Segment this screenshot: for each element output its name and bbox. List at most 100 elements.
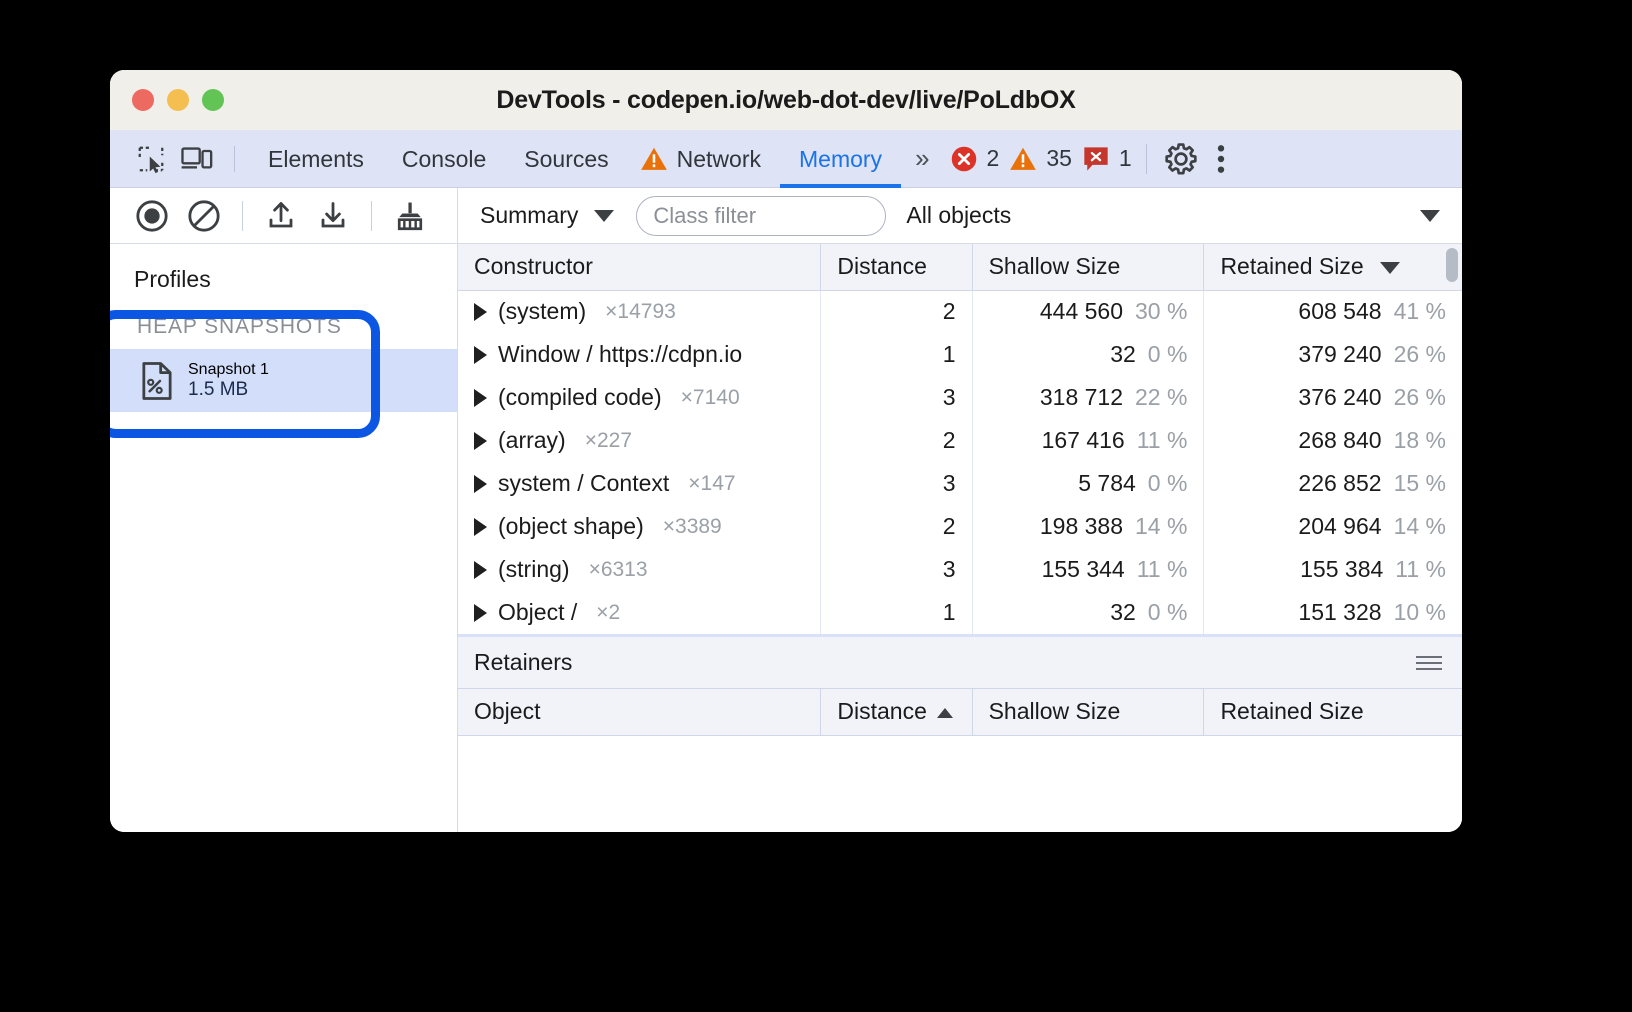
no-entry-icon[interactable] (178, 194, 230, 238)
error-counter[interactable]: 2 (950, 145, 1000, 173)
expand-triangle-icon[interactable] (474, 518, 487, 536)
cell-constructor: (array)×227 (458, 419, 821, 462)
table-row[interactable]: (compiled code)×71403318 71222 %376 2402… (458, 376, 1462, 419)
retained-size-value: 268 840 (1298, 427, 1381, 453)
cell-distance: 1 (821, 591, 972, 634)
summary-datagrid-wrapper: Constructor Distance Shallow Size Retain… (458, 244, 1462, 637)
expand-triangle-icon[interactable] (474, 389, 487, 407)
kebab-menu-icon[interactable] (1201, 139, 1241, 179)
column-header-retainer-distance[interactable]: Distance (821, 689, 972, 735)
cell-distance: 2 (821, 419, 972, 462)
column-header-object[interactable]: Object (458, 689, 821, 735)
retainers-panel: Retainers Object Distance (458, 637, 1462, 832)
instance-count: ×2 (596, 601, 620, 625)
cell-distance: 2 (821, 505, 972, 548)
table-row[interactable]: (array)×227 2 167 416 11 % 268 840 18 % (458, 419, 1462, 462)
inspect-element-icon[interactable] (128, 139, 174, 179)
constructor-name: Object / (498, 599, 577, 626)
class-filter-input[interactable] (636, 196, 886, 236)
column-header-constructor[interactable]: Constructor (458, 244, 821, 290)
tab-elements[interactable]: Elements (249, 130, 383, 188)
datagrid-scrollbar-thumb[interactable] (1446, 248, 1458, 282)
table-row[interactable]: system / Context×14735 7840 %226 85215 % (458, 462, 1462, 505)
cell-retained-size: 268 840 18 % (1204, 419, 1462, 462)
heap-snapshots-header: HEAP SNAPSHOTS (110, 315, 457, 349)
distance-value: 2 (943, 298, 956, 324)
sort-descending-icon (1380, 262, 1400, 274)
column-header-retainer-shallow-size-label: Shallow Size (989, 698, 1121, 724)
snapshot-name: Snapshot 1 (188, 361, 269, 379)
gear-icon[interactable] (1161, 139, 1201, 179)
record-circle-icon[interactable] (126, 194, 178, 238)
table-row[interactable]: Window / https://cdpn.io1320 %379 24026 … (458, 333, 1462, 376)
memory-panel-body: Profiles HEAP SNAPSHOTS Snap (110, 244, 1462, 832)
column-header-shallow-size-label: Shallow Size (989, 253, 1121, 279)
more-tabs-chevron-icon[interactable]: » (901, 143, 939, 174)
distance-value: 2 (943, 513, 956, 539)
table-row[interactable]: Object /×21320 %151 32810 % (458, 591, 1462, 634)
shallow-size-percent: 30 % (1135, 298, 1187, 324)
memory-toolbar-right: Summary All objects (458, 188, 1462, 243)
cell-shallow-size: 5 7840 % (972, 462, 1204, 505)
view-select[interactable]: Summary (474, 202, 620, 229)
expand-triangle-icon[interactable] (474, 432, 487, 450)
download-arrow-icon[interactable] (307, 194, 359, 238)
snapshot-size: 1.5 MB (188, 379, 269, 400)
distance-value: 2 (943, 427, 956, 453)
column-header-retained-size[interactable]: Retained Size (1204, 244, 1462, 290)
shallow-size-percent: 11 % (1137, 427, 1188, 453)
expand-triangle-icon[interactable] (474, 604, 487, 622)
distance-value: 1 (943, 341, 956, 367)
cell-constructor: (object shape)×3389 (458, 505, 821, 548)
expand-triangle-icon[interactable] (474, 303, 487, 321)
constructor-name: (compiled code) (498, 384, 662, 411)
column-header-distance[interactable]: Distance (821, 244, 972, 290)
shallow-size-value: 32 (1110, 599, 1136, 625)
tab-sources[interactable]: Sources (505, 130, 627, 188)
table-row[interactable]: (string)×63133155 34411 %155 38411 % (458, 548, 1462, 591)
memory-toolbar-left (110, 188, 458, 243)
issue-counter[interactable]: 1 (1082, 145, 1132, 173)
warning-triangle-icon (640, 146, 668, 172)
hamburger-menu-icon[interactable] (1416, 656, 1442, 670)
shallow-size-value: 167 416 (1042, 427, 1125, 453)
column-header-retainer-shallow-size[interactable]: Shallow Size (972, 689, 1204, 735)
cell-retained-size: 204 96414 % (1204, 505, 1462, 548)
expand-triangle-icon[interactable] (474, 561, 487, 579)
warning-counter[interactable]: 35 (1009, 145, 1072, 172)
constructor-name: (string) (498, 556, 570, 583)
retained-size-percent: 18 % (1394, 427, 1446, 453)
tab-network[interactable]: Network (628, 130, 780, 188)
cell-shallow-size: 318 71222 % (972, 376, 1204, 419)
tab-memory[interactable]: Memory (780, 130, 901, 188)
retainers-header-bar: Retainers (458, 637, 1462, 689)
column-header-retainer-retained-size[interactable]: Retained Size (1204, 689, 1462, 735)
column-header-shallow-size[interactable]: Shallow Size (972, 244, 1204, 290)
table-row[interactable]: (object shape)×3389 2 198 38814 %204 96414… (458, 505, 1462, 548)
sidebar-item-snapshot-1[interactable]: Snapshot 1 1.5 MB (110, 349, 457, 412)
broom-icon[interactable] (384, 194, 436, 238)
constructor-name: (object shape) (498, 513, 644, 540)
cell-shallow-size: 198 38814 % (972, 505, 1204, 548)
column-header-distance-label: Distance (837, 253, 926, 279)
retained-size-percent: 41 % (1394, 298, 1446, 324)
chevron-down-icon[interactable] (1420, 210, 1440, 222)
retained-size-value: 608 548 (1298, 298, 1381, 324)
profiles-title: Profiles (110, 244, 457, 293)
distance-value: 3 (943, 384, 956, 410)
device-toolbar-icon[interactable] (174, 139, 220, 179)
retainers-empty-area (458, 736, 1462, 833)
shallow-size-value: 444 560 (1040, 298, 1123, 324)
expand-triangle-icon[interactable] (474, 346, 487, 364)
table-row[interactable]: (system)×147932444 56030 %608 54841 % (458, 290, 1462, 333)
cell-constructor: Object / ×2 (458, 591, 821, 634)
retained-size-value: 226 852 (1298, 470, 1381, 496)
memory-content: Constructor Distance Shallow Size Retain… (458, 244, 1462, 832)
expand-triangle-icon[interactable] (474, 475, 487, 493)
issue-count: 1 (1119, 145, 1132, 172)
retained-size-value: 379 240 (1298, 341, 1381, 367)
constructor-name: system / Context (498, 470, 669, 497)
upload-arrow-icon[interactable] (255, 194, 307, 238)
tab-console[interactable]: Console (383, 130, 505, 188)
objects-select-label[interactable]: All objects (906, 202, 1011, 229)
